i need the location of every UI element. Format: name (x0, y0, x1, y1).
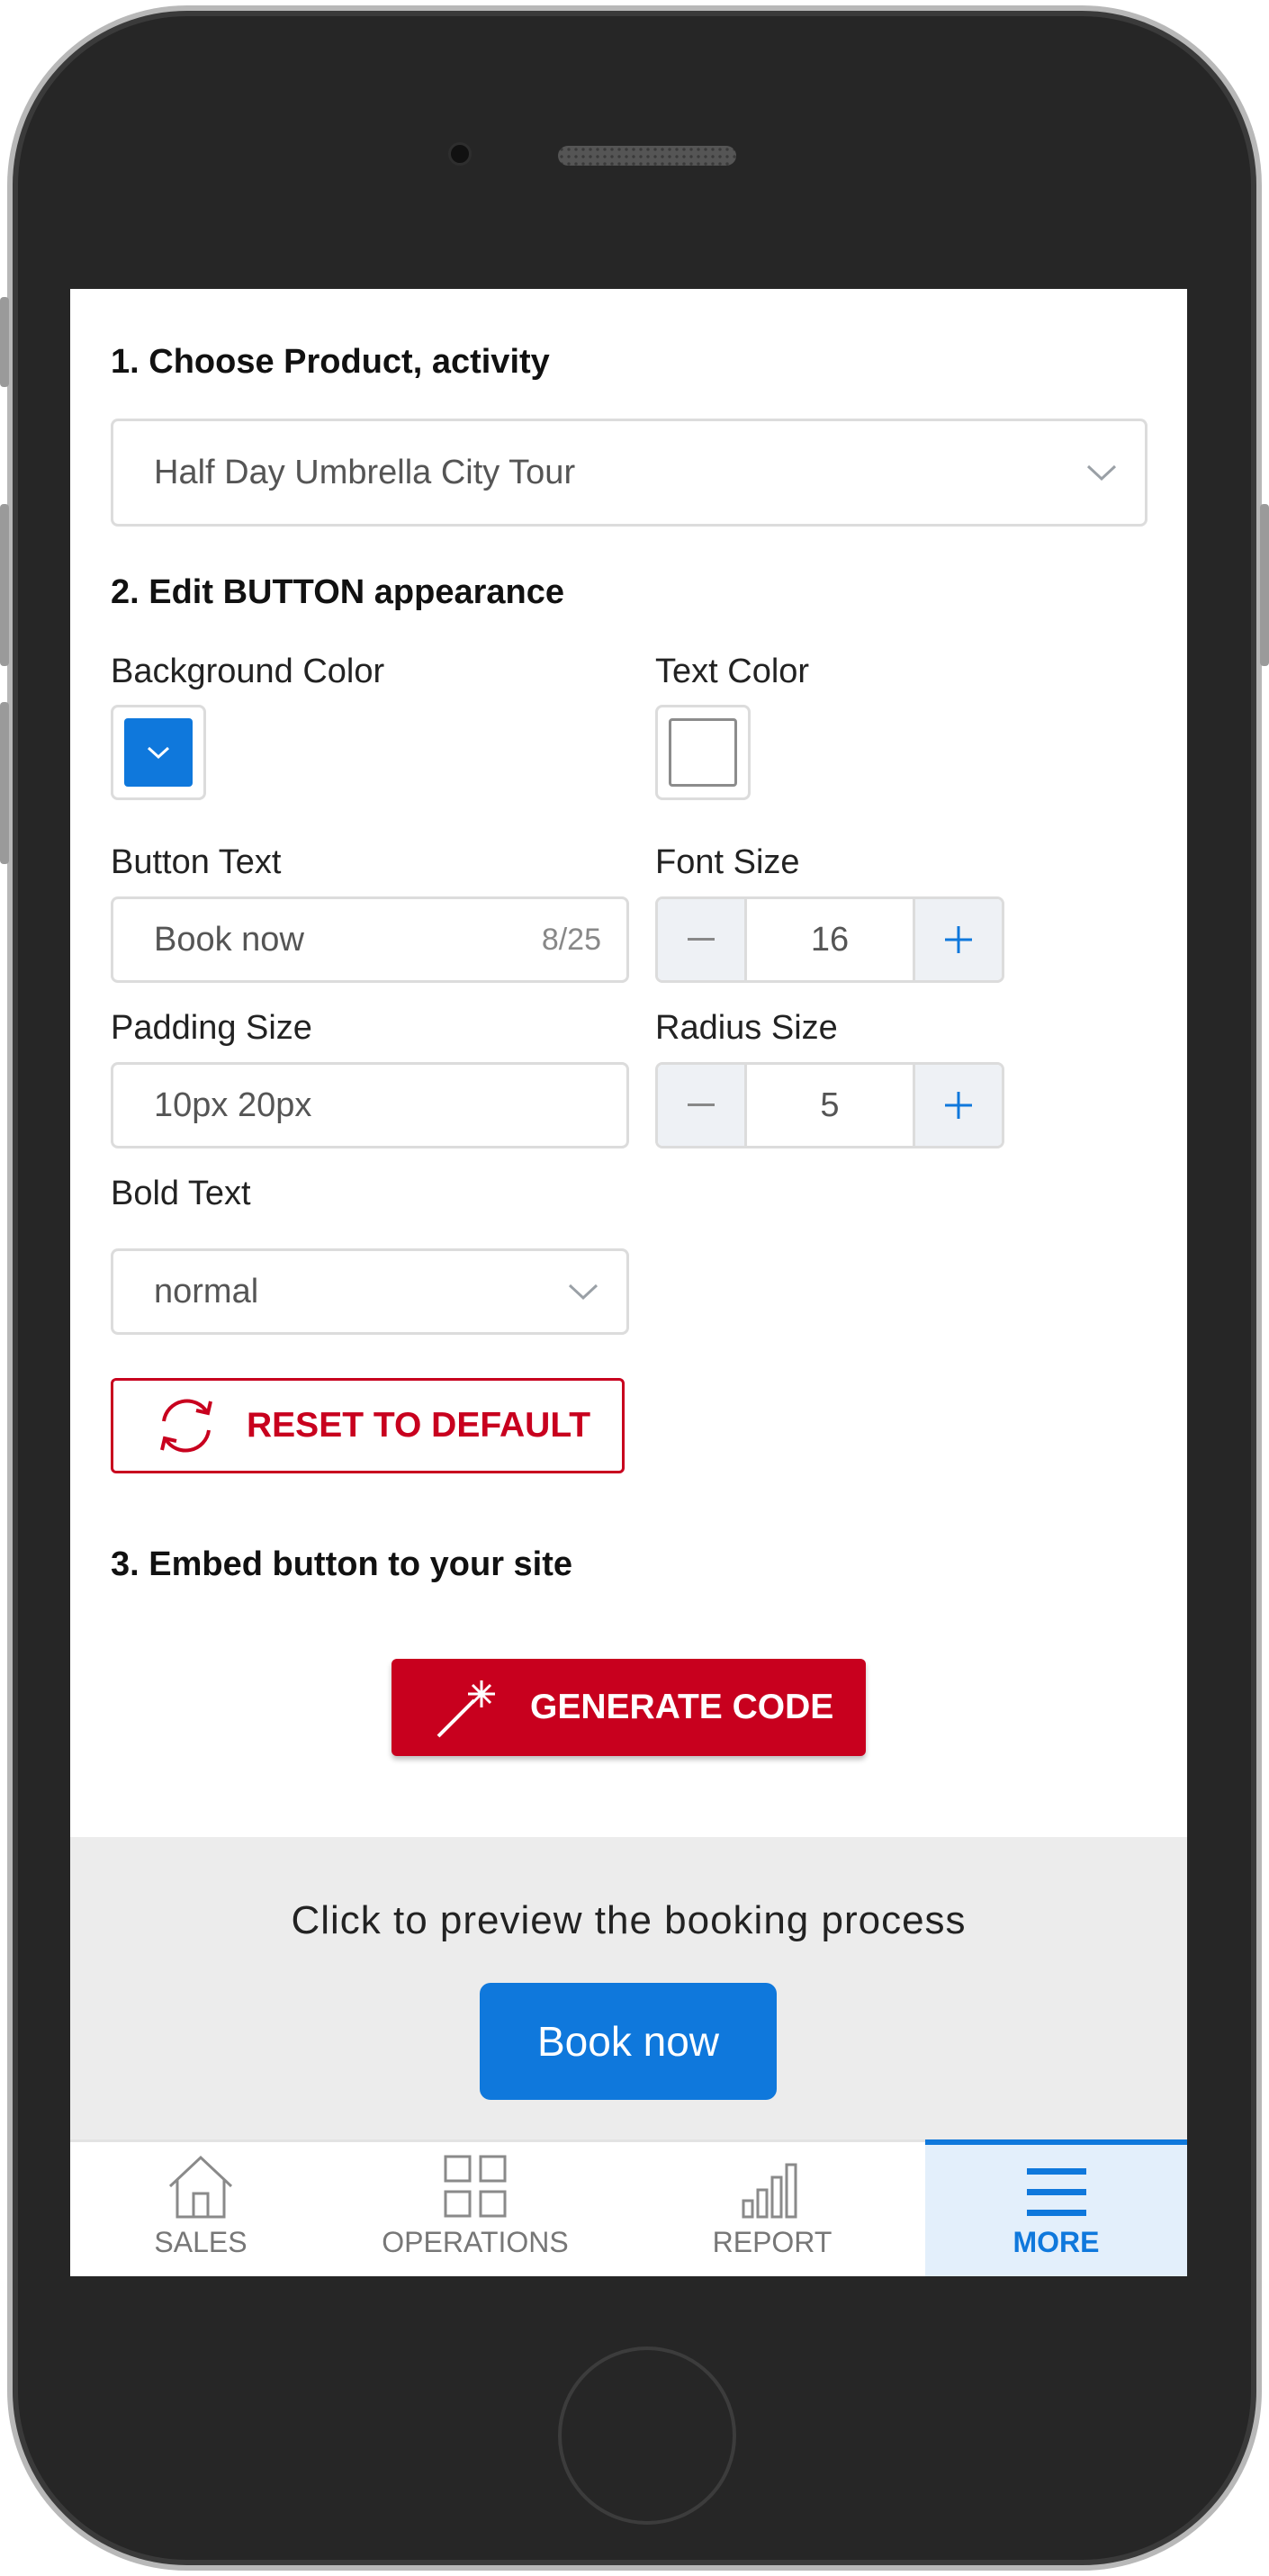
preview-panel: Click to preview the booking process Boo… (70, 1837, 1187, 2139)
font-size-value[interactable]: 16 (747, 899, 913, 980)
bar-chart-icon (742, 2163, 797, 2219)
radius-size-stepper[interactable]: 5 (655, 1062, 1004, 1148)
character-counter: 8/25 (541, 922, 601, 957)
bold-text-label: Bold Text (111, 1175, 251, 1212)
text-color-label: Text Color (655, 653, 810, 690)
plus-icon (945, 1092, 972, 1119)
tab-more-label: MORE (1012, 2226, 1100, 2258)
text-color-swatch (669, 718, 737, 787)
refresh-icon (160, 1399, 212, 1453)
radius-size-value[interactable]: 5 (747, 1065, 913, 1146)
preview-caption: Click to preview the booking process (291, 1898, 967, 1942)
home-icon (168, 2155, 233, 2219)
power-button (1260, 504, 1269, 666)
earpiece-speaker (558, 146, 736, 166)
volume-down-button (0, 702, 9, 864)
section-title-choose-product: 1. Choose Product, activity (111, 343, 550, 381)
chevron-down-icon (568, 1283, 598, 1301)
font-size-increment-button[interactable] (913, 899, 1002, 980)
padding-size-input[interactable]: 10px 20px (111, 1062, 629, 1148)
menu-icon (1026, 2168, 1086, 2216)
reset-to-default-button[interactable]: RESET TO DEFAULT (111, 1378, 625, 1473)
mute-switch (0, 297, 9, 387)
minus-icon (688, 938, 715, 941)
tab-report[interactable]: REPORT (619, 2142, 925, 2276)
minus-icon (688, 1103, 715, 1106)
radius-size-increment-button[interactable] (913, 1065, 1002, 1146)
volume-up-button (0, 504, 9, 666)
product-select[interactable]: Half Day Umbrella City Tour (111, 419, 1148, 527)
button-text-label: Button Text (111, 843, 282, 881)
book-now-preview-button[interactable]: Book now (480, 1983, 777, 2100)
background-color-picker[interactable] (111, 705, 206, 800)
button-editor-form: 1. Choose Product, activity Half Day Umb… (70, 289, 1187, 1837)
section-title-embed: 3. Embed button to your site (111, 1545, 573, 1583)
text-color-picker[interactable] (655, 705, 751, 800)
front-camera (448, 142, 472, 166)
product-select-value: Half Day Umbrella City Tour (154, 453, 576, 491)
generate-code-label: GENERATE CODE (530, 1688, 834, 1726)
button-text-input[interactable]: Book now 8/25 (111, 896, 629, 983)
font-size-decrement-button[interactable] (658, 899, 747, 980)
radius-size-decrement-button[interactable] (658, 1065, 747, 1146)
font-size-label: Font Size (655, 843, 800, 881)
chevron-down-icon (147, 746, 170, 760)
tab-sales[interactable]: SALES (70, 2142, 331, 2276)
padding-size-label: Padding Size (111, 1009, 312, 1047)
radius-size-label: Radius Size (655, 1009, 838, 1047)
tab-operations[interactable]: OPERATIONS (331, 2142, 619, 2276)
tab-report-label: REPORT (712, 2226, 832, 2258)
button-text-value: Book now (154, 920, 304, 959)
tab-operations-label: OPERATIONS (382, 2226, 569, 2258)
bold-text-value: normal (154, 1272, 259, 1311)
magic-wand-icon (436, 1680, 495, 1738)
font-size-stepper[interactable]: 16 (655, 896, 1004, 983)
plus-icon (945, 926, 972, 953)
bottom-tab-bar: SALES OPERATIONS REPORT MORE (70, 2139, 1187, 2276)
tab-sales-label: SALES (154, 2226, 248, 2258)
app-screen: 1. Choose Product, activity Half Day Umb… (70, 289, 1187, 2276)
tab-more[interactable]: MORE (925, 2139, 1187, 2276)
chevron-down-icon (1086, 464, 1117, 482)
reset-to-default-label: RESET TO DEFAULT (247, 1406, 591, 1445)
bold-text-select[interactable]: normal (111, 1248, 629, 1335)
padding-size-value: 10px 20px (154, 1085, 312, 1124)
background-color-label: Background Color (111, 653, 385, 690)
background-color-swatch (124, 718, 193, 787)
generate-code-button[interactable]: GENERATE CODE (392, 1659, 866, 1756)
home-button[interactable] (558, 2346, 736, 2525)
section-title-edit-button: 2. Edit BUTTON appearance (111, 573, 564, 611)
grid-icon (444, 2155, 507, 2218)
